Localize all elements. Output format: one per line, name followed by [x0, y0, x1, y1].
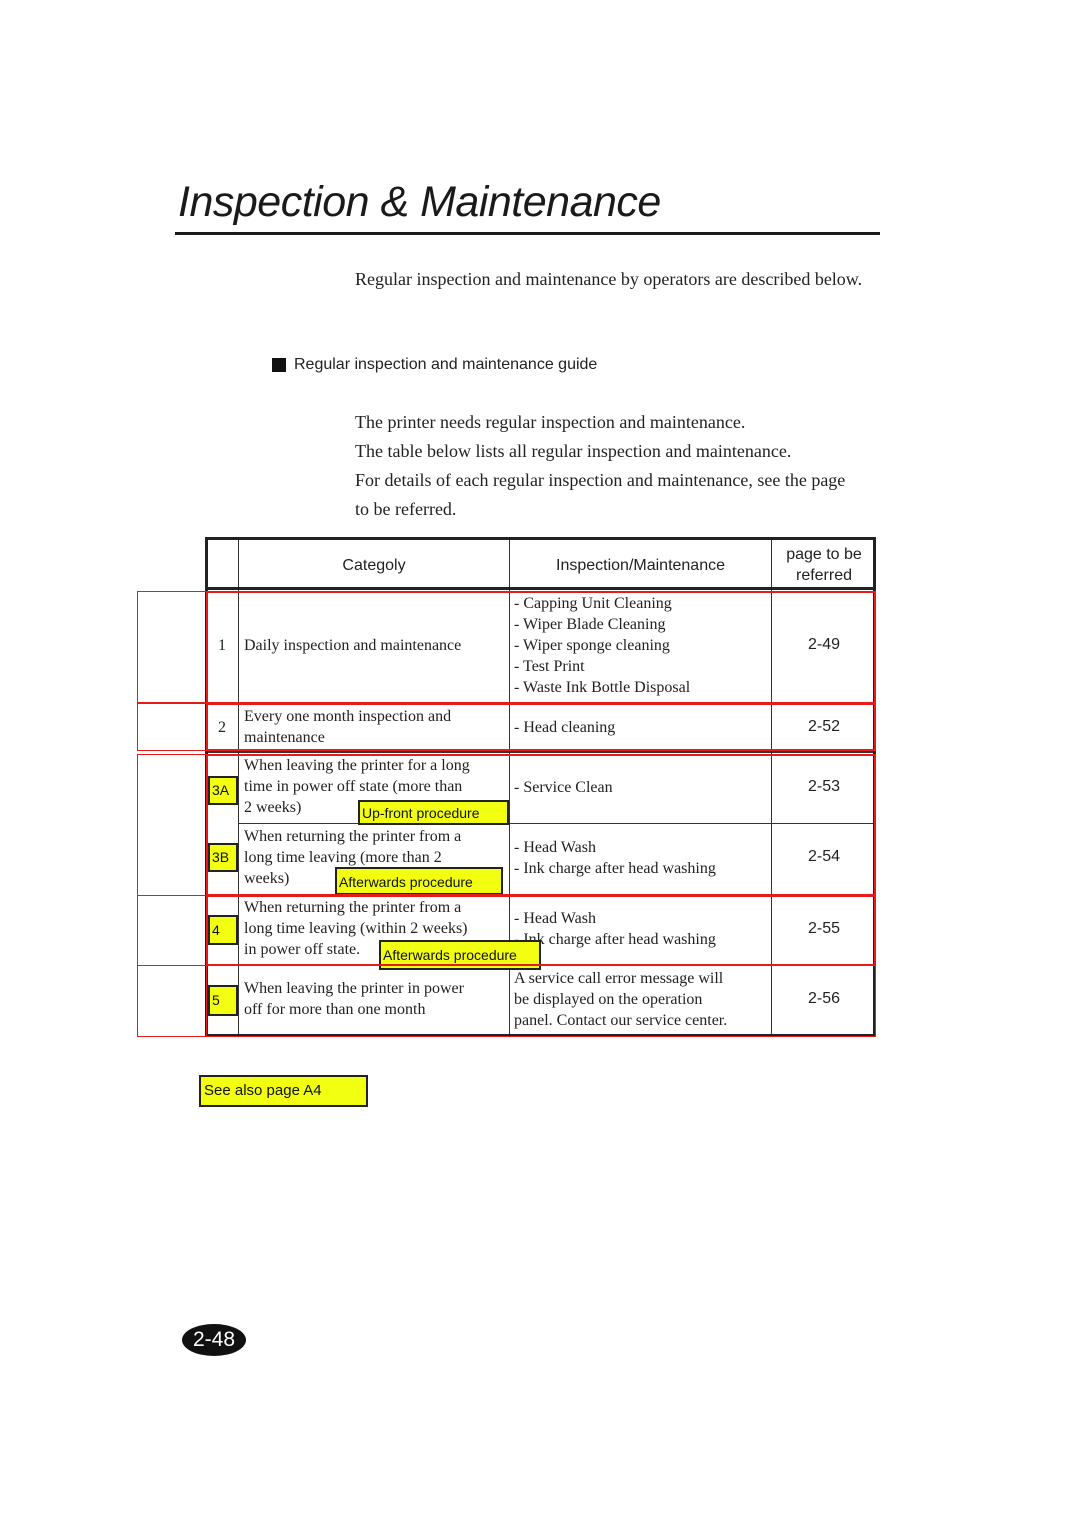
annotation-box [206, 703, 876, 751]
row-divider [208, 751, 873, 753]
annotation-box [137, 591, 207, 703]
annotation-box [137, 965, 207, 1037]
annotation-box [206, 965, 876, 1037]
body-line: to be referred. [355, 499, 457, 519]
annotation-box [137, 895, 207, 966]
body-paragraph: The printer needs regular inspection and… [355, 408, 885, 524]
title-divider [175, 232, 880, 235]
square-bullet-icon [272, 358, 286, 372]
annotation-box [206, 895, 876, 966]
header-category: Categoly [342, 557, 406, 574]
annotation-box [137, 754, 207, 896]
section-heading-text: Regular inspection and maintenance guide [294, 356, 598, 373]
annotation-box [206, 591, 876, 704]
see-also-link[interactable]: See also page A4 [199, 1075, 368, 1107]
page-number-badge: 2-48 [182, 1324, 246, 1356]
header-divider [208, 587, 873, 590]
body-line: For details of each regular inspection a… [355, 470, 846, 490]
body-line: The table below lists all regular inspec… [355, 441, 792, 461]
intro-paragraph: Regular inspection and maintenance by op… [355, 269, 863, 289]
annotation-box [206, 754, 876, 896]
page-title: Inspection & Maintenance [178, 178, 661, 226]
annotation-box [137, 703, 207, 751]
body-line: The printer needs regular inspection and… [355, 412, 746, 432]
section-heading: Regular inspection and maintenance guide [272, 356, 597, 374]
header-inspection: Inspection/Maintenance [556, 557, 725, 574]
header-page: page to be referred [786, 546, 862, 584]
